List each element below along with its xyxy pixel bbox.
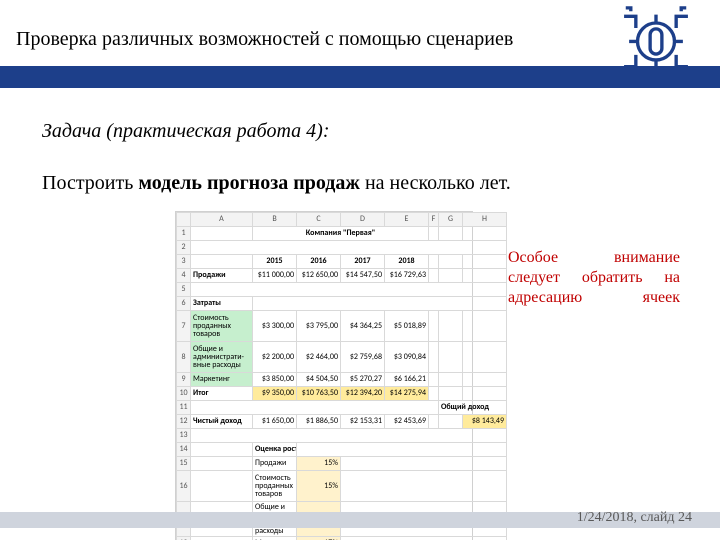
slide: Проверка различных возможностей с помощь… <box>0 0 720 540</box>
slide-title: Проверка различных возможностей с помощь… <box>16 28 513 51</box>
header-bar <box>0 66 720 88</box>
side-note: Особое внимание следует обратить на адре… <box>508 248 680 308</box>
footer-text: 1/24/2018, слайд 24 <box>577 510 692 526</box>
spreadsheet-screenshot: A B C D E F G H 1Компания "Первая" 2 3 2… <box>176 212 472 540</box>
task-description: Построить модель прогноза продаж на неск… <box>42 172 602 195</box>
desc-bold: модель прогноза продаж <box>138 172 360 194</box>
task-label: Задача (практическая работа 4): <box>42 120 329 143</box>
desc-post: на несколько лет. <box>360 172 511 194</box>
desc-pre: Построить <box>42 172 138 194</box>
